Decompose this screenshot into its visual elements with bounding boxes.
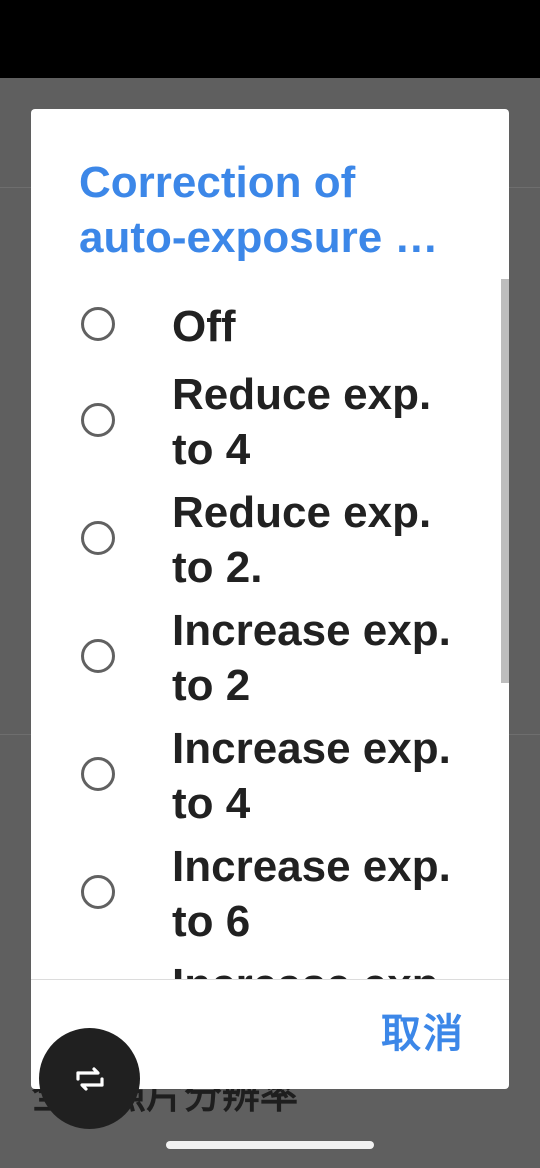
option-label-line1: Increase exp. bbox=[172, 842, 451, 891]
option-list[interactable]: Off Reduce exp. to 4 Reduce exp. to 2. I… bbox=[31, 289, 509, 979]
dialog-title: Correction of auto-exposure … bbox=[79, 155, 459, 265]
option-reduce-4[interactable]: Reduce exp. to 4 bbox=[31, 359, 509, 477]
radio-unchecked-icon[interactable] bbox=[81, 521, 115, 555]
option-increase-partial[interactable]: Increase exp. bbox=[31, 949, 509, 979]
option-label: Increase exp. to 6 bbox=[172, 839, 472, 949]
option-label-line2: to 4 bbox=[172, 779, 251, 828]
option-label-line1: Increase exp. bbox=[172, 957, 472, 979]
status-bar bbox=[0, 0, 540, 78]
option-label: Off bbox=[172, 299, 472, 354]
radio-unchecked-icon[interactable] bbox=[81, 757, 115, 791]
option-label: Increase exp. to 2 bbox=[172, 603, 472, 713]
radio-unchecked-icon[interactable] bbox=[81, 875, 115, 909]
scrollbar-thumb[interactable] bbox=[501, 279, 509, 683]
option-label-line2: to 2 bbox=[172, 661, 251, 710]
home-indicator[interactable] bbox=[166, 1141, 374, 1149]
option-label: Reduce exp. to 4 bbox=[172, 367, 472, 477]
option-label-line2: to 2. bbox=[172, 543, 263, 592]
switch-camera-button[interactable] bbox=[39, 1028, 140, 1129]
option-label: Increase exp. to 4 bbox=[172, 721, 472, 831]
radio-unchecked-icon[interactable] bbox=[81, 639, 115, 673]
switch-camera-icon bbox=[75, 1066, 104, 1091]
option-label-line1: Off bbox=[172, 302, 236, 351]
radio-unchecked-icon[interactable] bbox=[81, 307, 115, 341]
dialog-title-line2: auto-exposure … bbox=[79, 213, 439, 262]
option-label-line1: Increase exp. bbox=[172, 606, 451, 655]
option-label: Reduce exp. to 2. bbox=[172, 485, 472, 595]
option-label-line1: Reduce exp. bbox=[172, 488, 432, 537]
option-increase-4[interactable]: Increase exp. to 4 bbox=[31, 713, 509, 831]
option-label-line1: Increase exp. bbox=[172, 724, 451, 773]
option-label-line2: to 6 bbox=[172, 897, 251, 946]
dialog-title-line1: Correction of bbox=[79, 158, 356, 207]
option-label: Increase exp. bbox=[172, 957, 472, 979]
option-reduce-2[interactable]: Reduce exp. to 2. bbox=[31, 477, 509, 595]
option-increase-2[interactable]: Increase exp. to 2 bbox=[31, 595, 509, 713]
cancel-button[interactable]: 取消 bbox=[381, 1009, 465, 1059]
exposure-correction-dialog: Correction of auto-exposure … Off Reduce… bbox=[31, 109, 509, 1089]
radio-unchecked-icon[interactable] bbox=[81, 403, 115, 437]
option-label-line1: Reduce exp. bbox=[172, 370, 432, 419]
option-label-line2: to 4 bbox=[172, 425, 251, 474]
dialog-divider bbox=[31, 979, 509, 980]
option-increase-6[interactable]: Increase exp. to 6 bbox=[31, 831, 509, 949]
